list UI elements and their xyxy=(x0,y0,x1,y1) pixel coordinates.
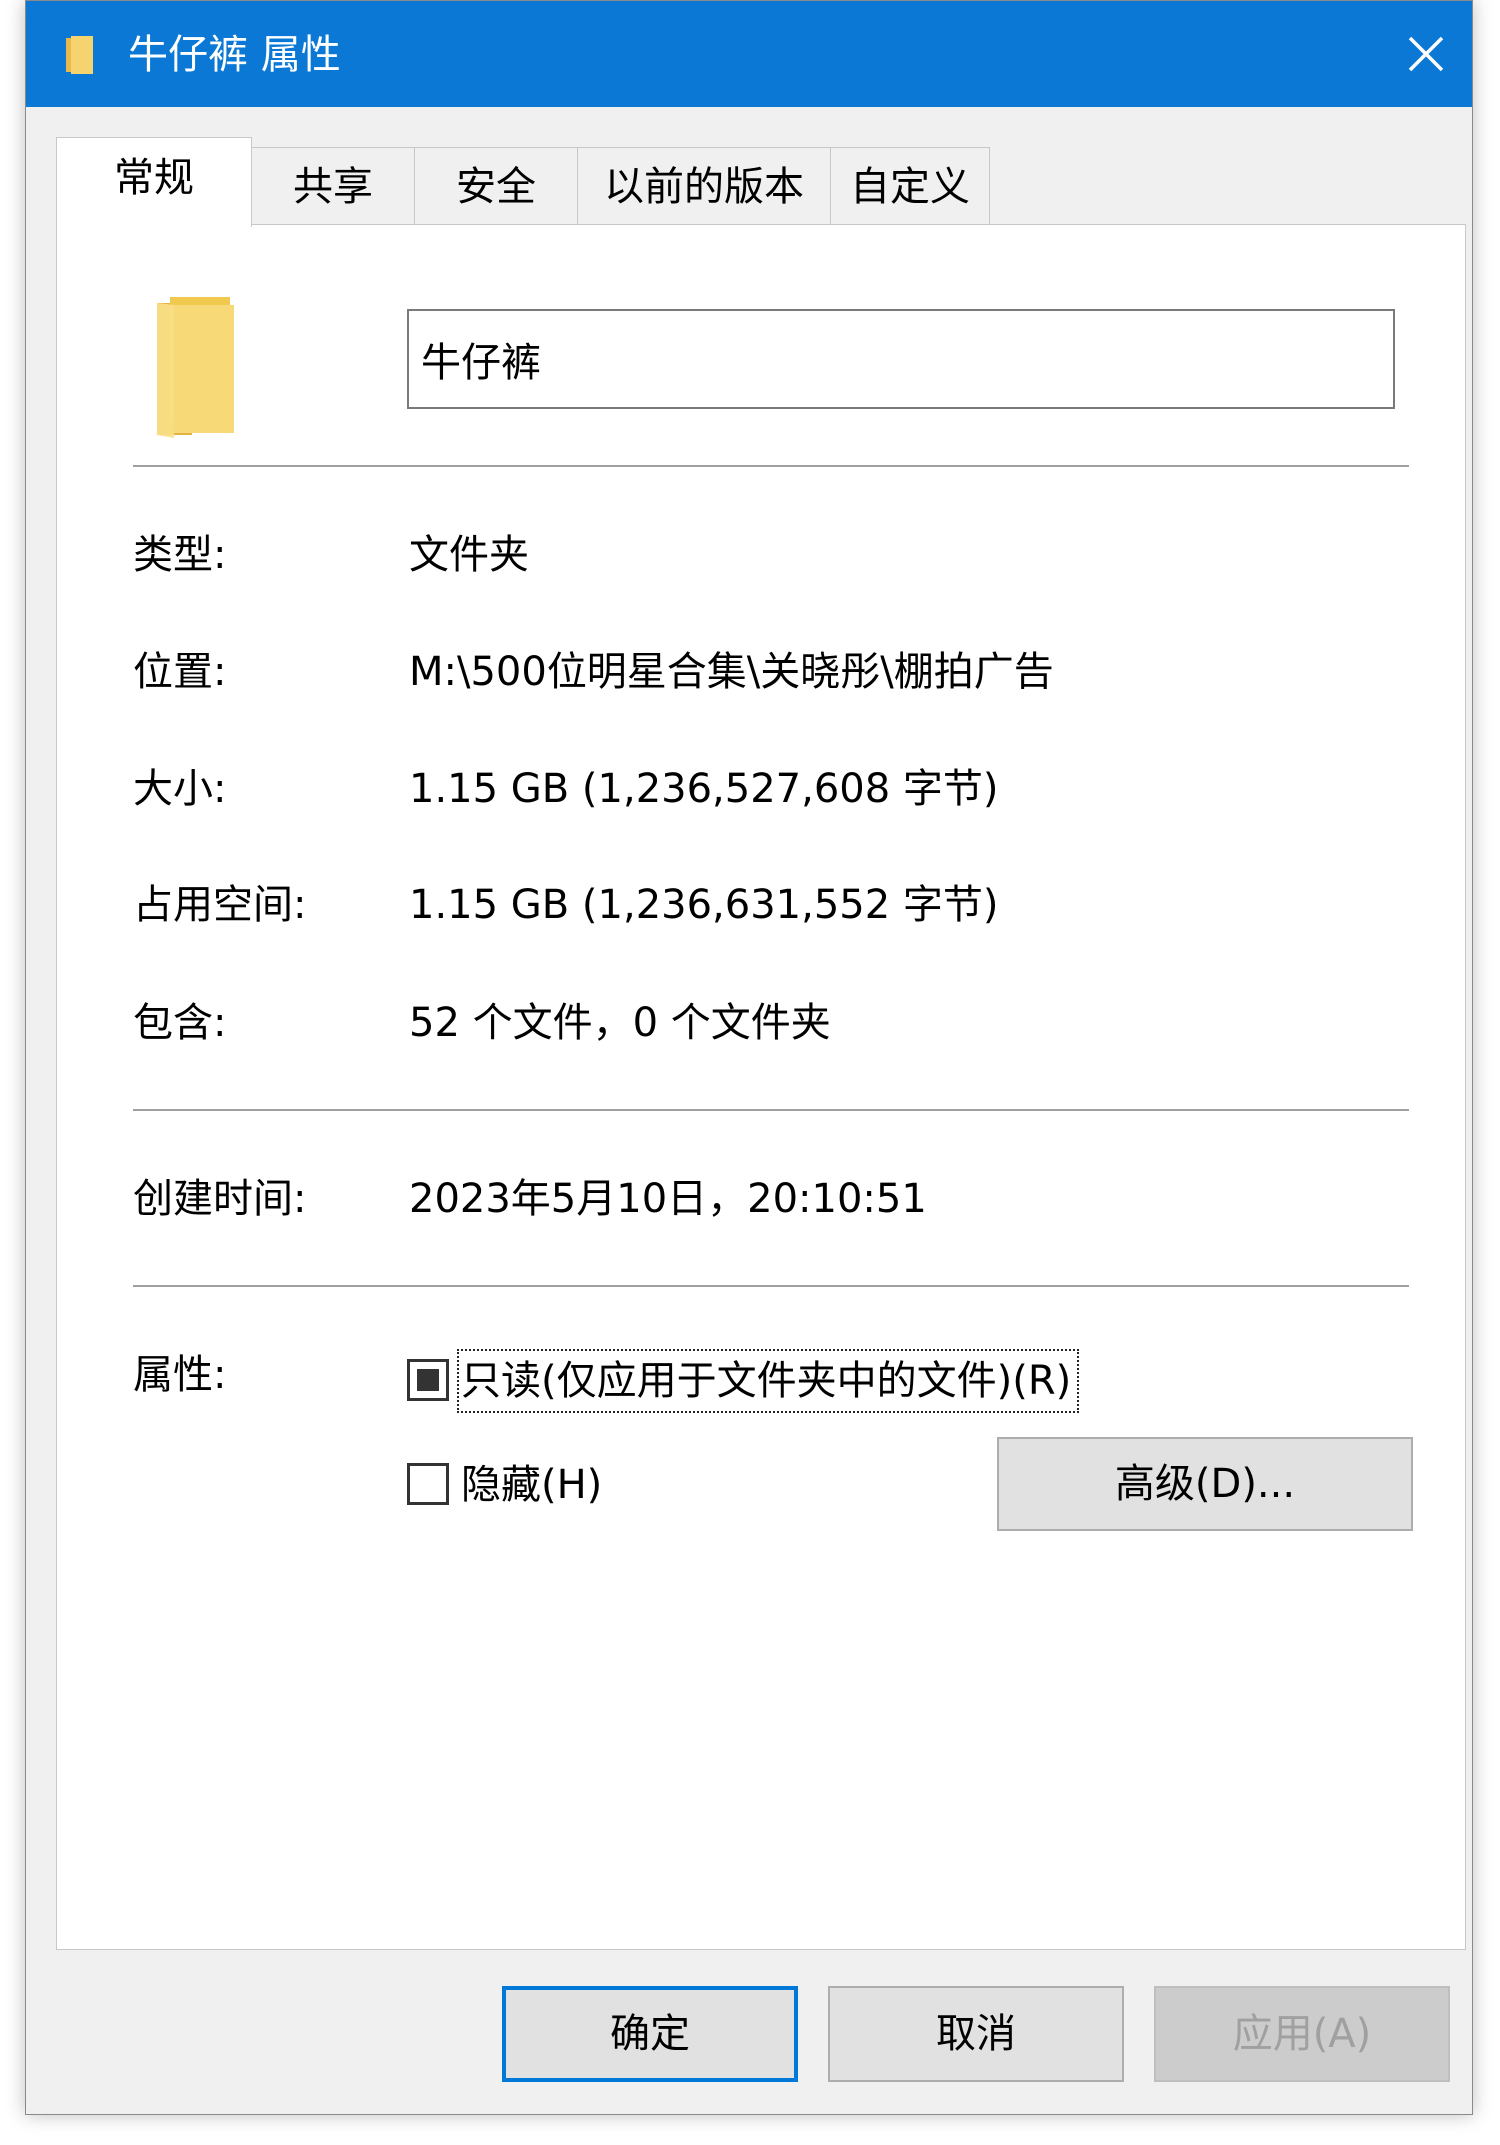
contains-label: 包含: xyxy=(133,1000,227,1046)
location-label: 位置: xyxy=(133,649,227,695)
general-tab-panel: 类型: 文件夹 位置: M:\500位明星合集\关晓彤\棚拍广告 大小: 1.1… xyxy=(56,224,1466,1950)
location-value: M:\500位明星合集\关晓彤\棚拍广告 xyxy=(409,649,1054,695)
contains-value: 52 个文件，0 个文件夹 xyxy=(409,1000,831,1046)
divider xyxy=(133,1109,1409,1111)
close-icon xyxy=(1408,36,1444,72)
tab-previous-versions[interactable]: 以前的版本 xyxy=(577,147,831,225)
hidden-checkbox[interactable] xyxy=(407,1463,449,1505)
tab-sharing[interactable]: 共享 xyxy=(251,147,415,225)
divider xyxy=(133,465,1409,467)
tab-security[interactable]: 安全 xyxy=(414,147,578,225)
tab-customize[interactable]: 自定义 xyxy=(830,147,990,225)
type-label: 类型: xyxy=(133,532,227,578)
folder-name-input[interactable] xyxy=(407,309,1395,409)
disk-size-label: 占用空间: xyxy=(133,882,307,928)
properties-dialog: 牛仔裤 属性 常规 共享 安全 以前的版本 自定义 类型: 文件夹 位置: M:… xyxy=(25,0,1473,2115)
type-value: 文件夹 xyxy=(409,532,529,578)
tab-strip: 常规 共享 安全 以前的版本 自定义 xyxy=(56,137,1456,227)
ok-button[interactable]: 确定 xyxy=(502,1986,798,2082)
size-label: 大小: xyxy=(133,766,227,812)
created-value: 2023年5月10日，20:10:51 xyxy=(409,1176,927,1222)
apply-button[interactable]: 应用(A) xyxy=(1154,1986,1450,2082)
size-value: 1.15 GB (1,236,527,608 字节) xyxy=(409,766,999,812)
advanced-button[interactable]: 高级(D)... xyxy=(997,1437,1413,1531)
folder-large-icon xyxy=(157,297,234,438)
divider xyxy=(133,1285,1409,1287)
title-bar[interactable]: 牛仔裤 属性 xyxy=(26,1,1472,107)
tab-general[interactable]: 常规 xyxy=(56,137,252,227)
indeterminate-mark xyxy=(417,1369,439,1391)
created-label: 创建时间: xyxy=(133,1176,307,1222)
readonly-checkbox[interactable] xyxy=(407,1359,449,1401)
window-title: 牛仔裤 属性 xyxy=(128,32,341,78)
folder-icon xyxy=(66,36,93,74)
close-button[interactable] xyxy=(1380,1,1472,107)
readonly-label[interactable]: 只读(仅应用于文件夹中的文件)(R) xyxy=(461,1353,1071,1409)
cancel-button[interactable]: 取消 xyxy=(828,1986,1124,2082)
disk-size-value: 1.15 GB (1,236,631,552 字节) xyxy=(409,882,999,928)
attributes-label: 属性: xyxy=(133,1352,227,1398)
hidden-label[interactable]: 隐藏(H) xyxy=(461,1457,602,1513)
